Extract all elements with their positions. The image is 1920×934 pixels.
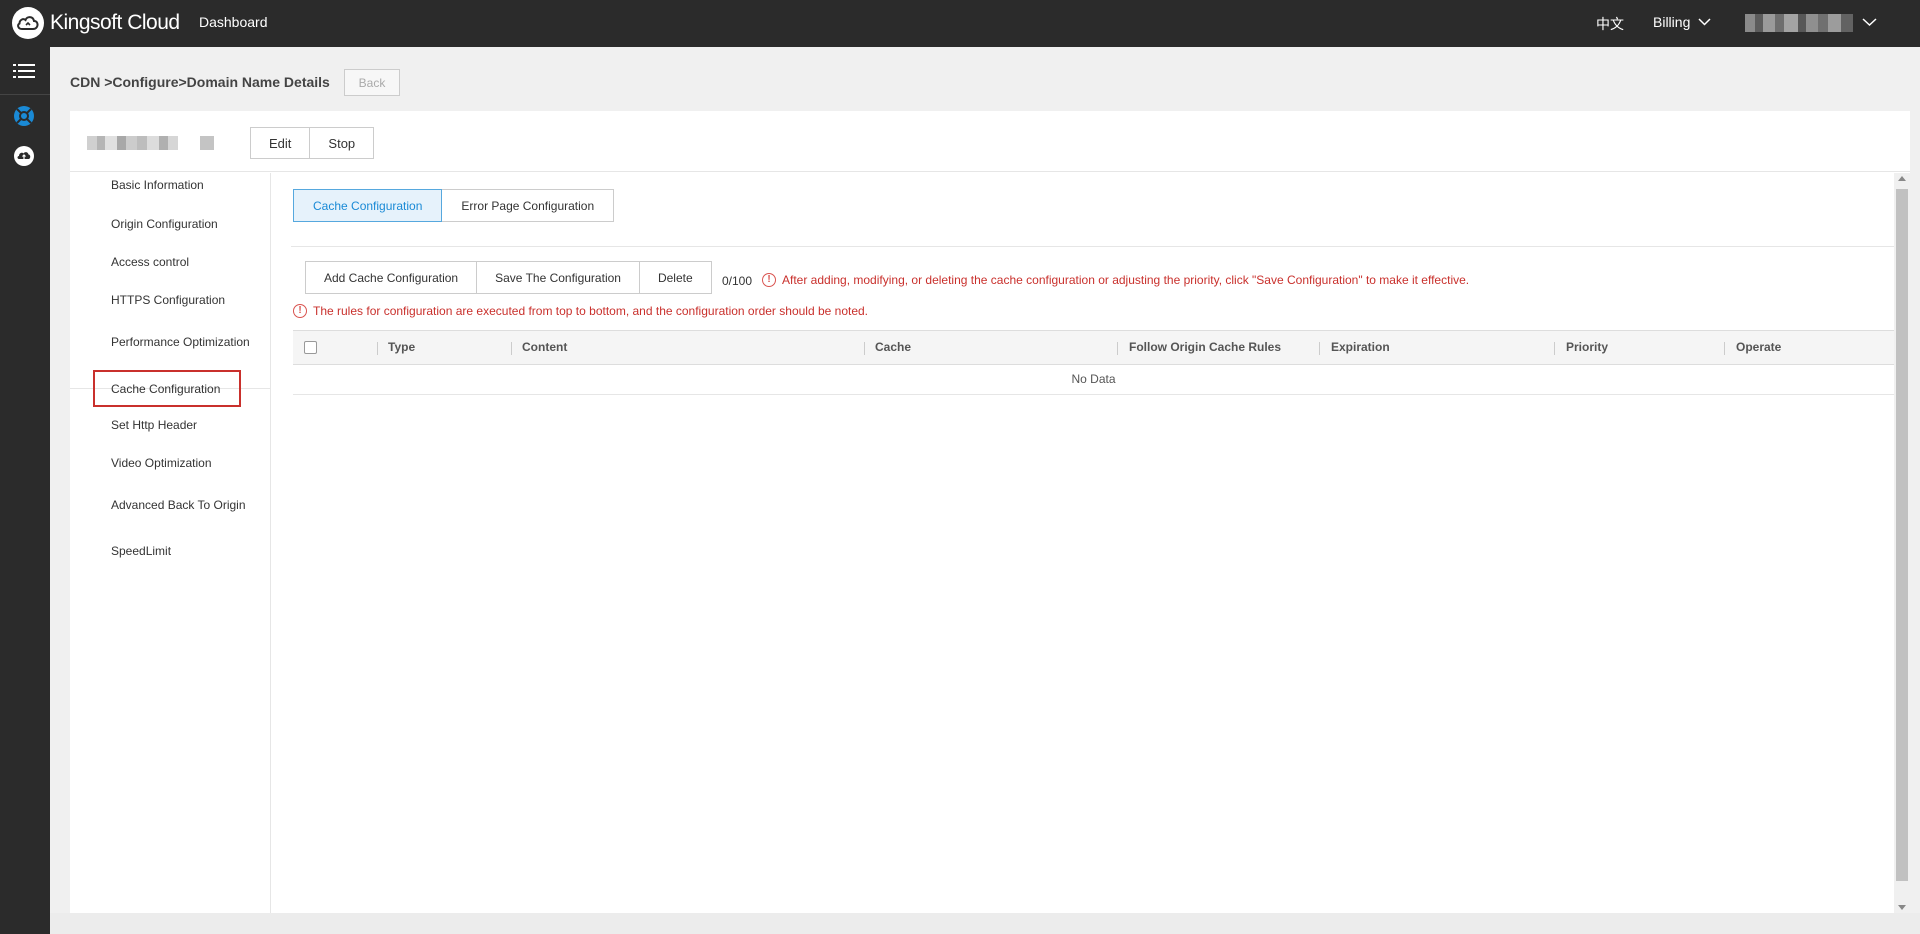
kingsoft-cloud-icon <box>12 7 44 39</box>
exclamation-circle-icon: ! <box>762 273 776 287</box>
select-all-checkbox[interactable] <box>304 341 317 354</box>
cache-action-group: Add Cache Configuration Save The Configu… <box>305 261 712 294</box>
sidenav-item-origin-configuration[interactable]: Origin Configuration <box>111 217 218 231</box>
brand-logo[interactable]: Kingsoft Cloud <box>12 7 180 39</box>
back-button[interactable]: Back <box>344 69 400 96</box>
billing-menu[interactable]: Billing <box>1653 14 1711 30</box>
exclamation-circle-icon: ! <box>293 304 307 318</box>
domain-name-blurred <box>87 136 214 150</box>
sidenav-item-performance-optimization[interactable]: Performance Optimization <box>111 335 250 349</box>
column-divider <box>377 342 378 355</box>
chevron-down-icon <box>1698 18 1711 26</box>
column-divider <box>1117 342 1118 355</box>
column-divider <box>1554 342 1555 355</box>
rule-count: 0/100 <box>722 274 753 288</box>
vertical-scrollbar[interactable] <box>1894 173 1910 913</box>
order-notice: ! The rules for configuration are execut… <box>293 304 868 318</box>
column-header-type[interactable]: Type <box>388 340 415 354</box>
config-tabs: Cache Configuration Error Page Configura… <box>293 189 615 222</box>
rail-divider <box>0 94 50 95</box>
column-divider <box>511 342 512 355</box>
sidenav-item-access-control[interactable]: Access control <box>111 255 189 269</box>
sidenav-item-cache-configuration[interactable]: Cache Configuration <box>111 382 220 396</box>
stop-button[interactable]: Stop <box>310 127 375 159</box>
sidenav-item-advanced-back-to-origin[interactable]: Advanced Back To Origin <box>111 498 246 512</box>
sidenav-item-basic-information[interactable]: Basic Information <box>111 178 204 192</box>
column-header-priority[interactable]: Priority <box>1566 340 1608 354</box>
column-divider <box>864 342 865 355</box>
cache-rules-table: Type Content Cache Follow Origin Cache R… <box>293 330 1894 395</box>
edit-button[interactable]: Edit <box>250 127 311 159</box>
top-navigation-bar: Kingsoft Cloud Dashboard 中文 Billing <box>0 0 1920 47</box>
column-divider <box>1724 342 1725 355</box>
content-divider <box>291 246 1894 247</box>
column-header-content[interactable]: Content <box>522 340 567 354</box>
cache-configuration-content: Cache Configuration Error Page Configura… <box>271 173 1894 913</box>
column-header-follow-origin-cache-rules[interactable]: Follow Origin Cache Rules <box>1129 340 1281 354</box>
save-configuration-button[interactable]: Save The Configuration <box>477 261 640 294</box>
save-notice-text: After adding, modifying, or deleting the… <box>782 273 1470 287</box>
chevron-down-icon[interactable] <box>1862 13 1877 31</box>
brand-name: Kingsoft Cloud <box>50 11 180 34</box>
config-side-nav: Basic Information Origin Configuration A… <box>70 173 271 913</box>
cloud-upload-icon[interactable] <box>13 145 35 167</box>
dashboard-link[interactable]: Dashboard <box>199 14 268 30</box>
scrollbar-thumb[interactable] <box>1896 189 1908 881</box>
save-notice: ! After adding, modifying, or deleting t… <box>762 273 1469 287</box>
table-header: Type Content Cache Follow Origin Cache R… <box>293 330 1894 365</box>
list-icon[interactable] <box>13 63 35 79</box>
table-empty-state: No Data <box>293 365 1894 395</box>
cdn-icon[interactable] <box>13 105 35 127</box>
tab-cache-configuration[interactable]: Cache Configuration <box>293 189 443 222</box>
scroll-up-arrow-icon[interactable] <box>1898 176 1906 181</box>
domain-action-group: Edit Stop <box>250 127 375 159</box>
billing-label: Billing <box>1653 14 1691 30</box>
scroll-down-arrow-icon[interactable] <box>1898 905 1906 910</box>
delete-button[interactable]: Delete <box>639 261 712 294</box>
user-account-blurred[interactable] <box>1745 14 1853 32</box>
column-header-expiration[interactable]: Expiration <box>1331 340 1390 354</box>
language-switch[interactable]: 中文 <box>1596 14 1624 34</box>
sidenav-item-video-optimization[interactable]: Video Optimization <box>111 456 212 470</box>
sidenav-item-set-http-header[interactable]: Set Http Header <box>111 418 197 432</box>
add-cache-configuration-button[interactable]: Add Cache Configuration <box>305 261 478 294</box>
column-header-cache[interactable]: Cache <box>875 340 911 354</box>
sidenav-item-speedlimit[interactable]: SpeedLimit <box>111 544 171 558</box>
order-notice-text: The rules for configuration are executed… <box>313 304 869 318</box>
domain-details-panel: Edit Stop Basic Information Origin Confi… <box>70 111 1910 913</box>
column-header-operate[interactable]: Operate <box>1736 340 1781 354</box>
column-divider <box>1319 342 1320 355</box>
page-footer-strip <box>50 913 1920 934</box>
domain-header: Edit Stop <box>70 111 1910 172</box>
left-icon-rail <box>0 47 50 934</box>
sidenav-item-https-configuration[interactable]: HTTPS Configuration <box>111 293 225 307</box>
tab-error-page-configuration[interactable]: Error Page Configuration <box>442 189 615 222</box>
breadcrumb: CDN >Configure>Domain Name Details <box>70 74 330 90</box>
